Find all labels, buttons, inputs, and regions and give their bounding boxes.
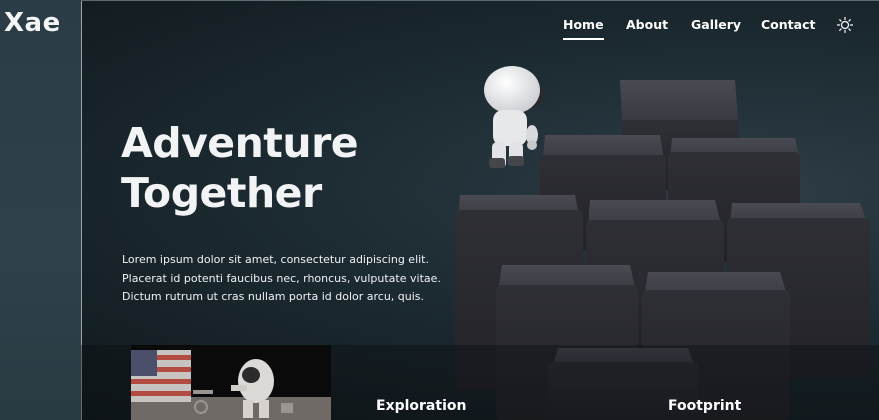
logo[interactable]: Xae (4, 8, 61, 38)
hero-title: Adventure Together (121, 118, 451, 218)
moon-landing-photo (131, 345, 331, 420)
hero-description: Lorem ipsum dolor sit amet, consectetur … (122, 251, 462, 307)
hero-title-line-1: Adventure (121, 119, 359, 167)
feature-title-footprint: Footprint (668, 398, 742, 414)
page: Xae Home About Gallery Contact Adventure… (0, 0, 879, 420)
sidebar: Xae (0, 0, 82, 420)
nav-about[interactable]: About (626, 17, 668, 32)
feature-title-exploration: Exploration (376, 398, 467, 414)
hero-title-line-2: Together (121, 169, 322, 217)
hero-description-line-3: Dictum rutrum ut cras nullam porta id do… (122, 290, 425, 303)
nav-contact[interactable]: Contact (761, 17, 815, 32)
hero-description-line-2: Placerat id potenti faucibus nec, rhoncu… (122, 271, 441, 285)
sun-icon[interactable] (836, 16, 854, 34)
nav-home[interactable]: Home (563, 17, 604, 40)
hero-description-line-1: Lorem ipsum dolor sit amet, consectetur … (122, 253, 429, 266)
header-divider (81, 0, 879, 1)
astronaut (484, 66, 543, 168)
nav-gallery[interactable]: Gallery (691, 17, 741, 32)
